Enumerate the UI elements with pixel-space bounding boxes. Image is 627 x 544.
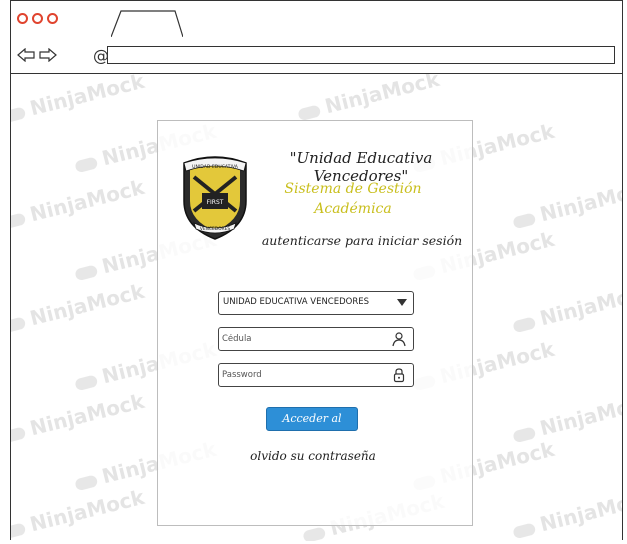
tab-shape-icon (111, 10, 183, 37)
login-card: FIRST UNIDAD EDUCATIVA VENCEDORES "Unida… (157, 120, 473, 526)
watermark: NinjaMock (510, 279, 622, 337)
svg-text:UNIDAD EDUCATIVA: UNIDAD EDUCATIVA (192, 164, 239, 170)
back-arrow-icon (17, 47, 35, 63)
cedula-input[interactable] (222, 331, 382, 347)
svg-text:VENCEDORES: VENCEDORES (200, 226, 231, 232)
url-input[interactable] (107, 46, 615, 64)
maximize-window-dot[interactable] (47, 13, 58, 24)
browser-tab[interactable] (111, 9, 183, 37)
system-title: Sistema de Gestión Académica (278, 179, 428, 219)
browser-titlebar (11, 1, 622, 38)
watermark: NinjaMock (510, 175, 622, 233)
password-field[interactable] (218, 363, 414, 387)
watermark: NinjaMock (510, 485, 622, 541)
close-window-dot[interactable] (17, 13, 28, 24)
auth-instruction: autenticarse para iniciar sesión (261, 233, 463, 248)
chevron-down-icon (397, 299, 407, 306)
browser-window: @ NinjaMock NinjaMock NinjaMock NinjaMoc… (10, 0, 623, 541)
watermark: NinjaMock (510, 389, 622, 447)
forward-button[interactable] (39, 47, 57, 63)
system-title-line1: Sistema de Gestión (284, 181, 422, 197)
forgot-password-link[interactable]: olvido su contraseña (238, 449, 388, 463)
lock-icon (393, 368, 405, 383)
watermark: NinjaMock (11, 175, 147, 233)
forward-arrow-icon (39, 47, 57, 63)
password-input[interactable] (222, 367, 382, 383)
institution-select[interactable]: UNIDAD EDUCATIVA VENCEDORES (218, 291, 414, 315)
system-title-line2: Académica (314, 201, 392, 217)
login-submit-button[interactable]: Acceder al sistema (266, 407, 358, 447)
page-content: NinjaMock NinjaMock NinjaMock NinjaMock … (11, 74, 622, 541)
window-controls (17, 13, 58, 24)
watermark: NinjaMock (11, 279, 147, 337)
svg-text:FIRST: FIRST (207, 199, 224, 206)
watermark: NinjaMock (295, 74, 442, 125)
user-icon (392, 332, 406, 347)
cedula-field[interactable] (218, 327, 414, 351)
school-shield-logo: FIRST UNIDAD EDUCATIVA VENCEDORES (183, 156, 247, 240)
watermark: NinjaMock (11, 74, 147, 127)
watermark: NinjaMock (11, 389, 147, 447)
back-button[interactable] (17, 47, 35, 63)
browser-address-bar: @ (11, 37, 622, 74)
institution-select-value: UNIDAD EDUCATIVA VENCEDORES (223, 297, 370, 307)
minimize-window-dot[interactable] (32, 13, 43, 24)
